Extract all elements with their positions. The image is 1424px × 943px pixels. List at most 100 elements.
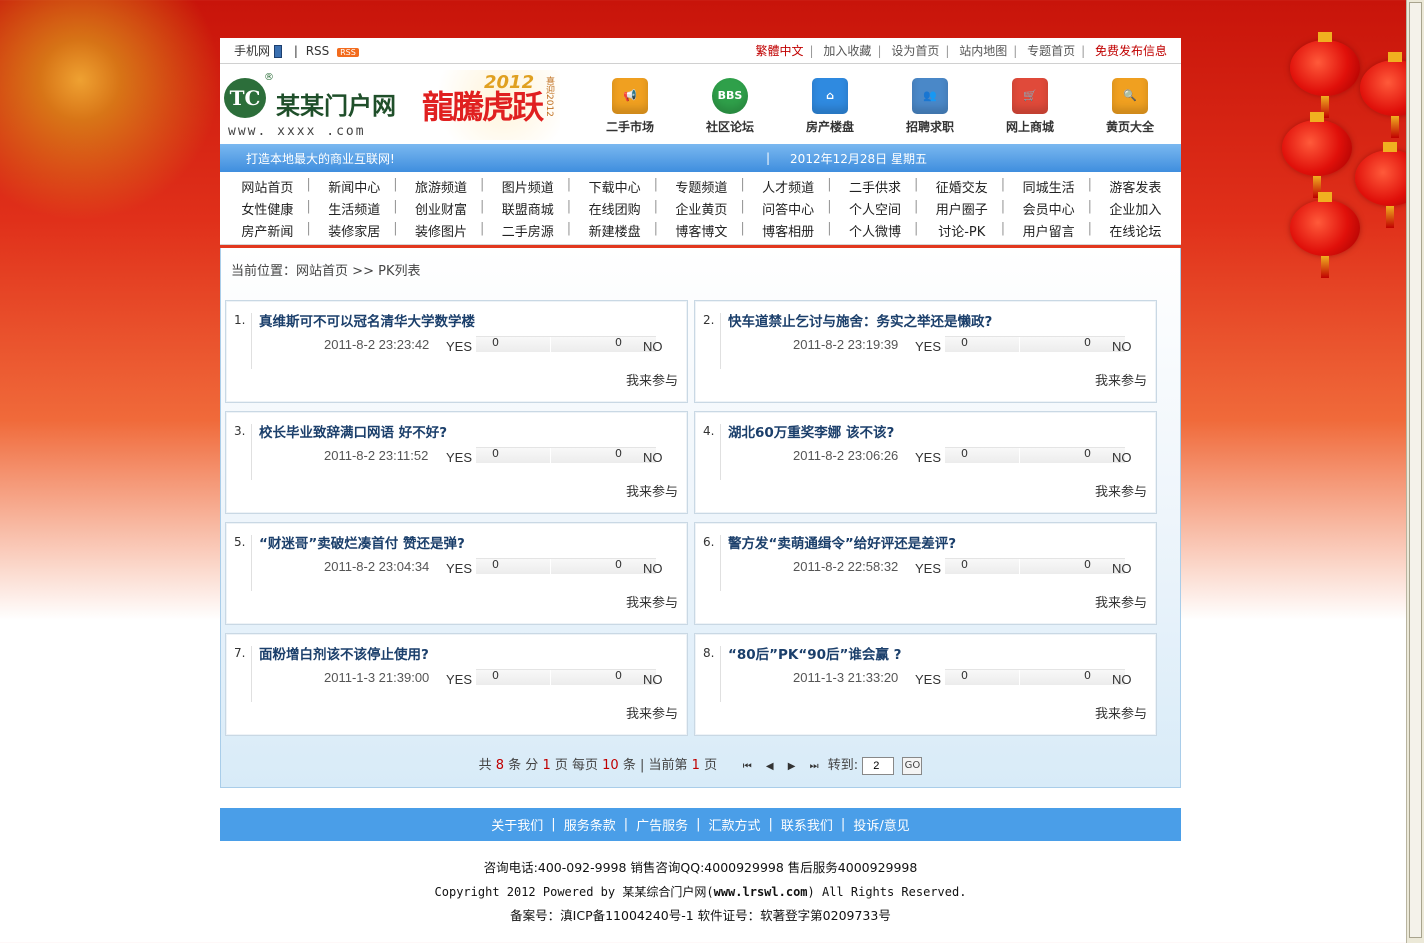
pk-card: 1. 真维斯可不可以冠名清华大学数学楼 2011-8-2 23:23:42 YE…	[225, 300, 688, 403]
pk-date: 2011-8-2 23:11:52	[324, 448, 429, 463]
menu-item[interactable]: 联盟商城	[484, 199, 571, 218]
top-bar-left: 手机网 | RSS RSS	[234, 42, 367, 59]
menu-item[interactable]: 博客相册	[745, 221, 832, 240]
first-page-icon[interactable]: ⏮	[743, 761, 752, 772]
vertical-scrollbar[interactable]	[1406, 0, 1424, 943]
join-button[interactable]: 我来参与	[626, 481, 678, 500]
menu-item[interactable]: 会员中心	[1005, 199, 1092, 218]
next-page-icon[interactable]: ▶	[788, 761, 796, 772]
pk-title-link[interactable]: 快车道禁止乞讨与施舍：务实之举还是懒政?	[728, 310, 992, 330]
join-button[interactable]: 我来参与	[1095, 481, 1147, 500]
set-homepage-link[interactable]: 设为首页	[891, 44, 939, 58]
join-button[interactable]: 我来参与	[626, 370, 678, 389]
menu-item[interactable]: 博客博文	[658, 221, 745, 240]
pk-title-link[interactable]: “财迷哥”卖破烂凑首付 赞还是弹?	[259, 532, 465, 552]
join-button[interactable]: 我来参与	[626, 703, 678, 722]
channel-label: 黄页大全	[1105, 120, 1154, 134]
no-label: NO	[643, 561, 663, 576]
channel-label: 社区论坛	[705, 120, 754, 134]
menu-item[interactable]: 在线团购	[571, 199, 658, 218]
contact-link[interactable]: 联系我们	[781, 815, 833, 834]
sitemap-link[interactable]: 站内地图	[959, 44, 1007, 58]
pk-title-link[interactable]: 面粉增白剂该不该停止使用?	[259, 643, 429, 663]
current-page: 1	[691, 758, 700, 773]
prev-page-icon[interactable]: ◀	[766, 761, 774, 772]
copyright-site-link[interactable]: www.lrswl.com	[714, 885, 808, 899]
free-post-link[interactable]: 免费发布信息	[1095, 44, 1167, 58]
channel-forum[interactable]: BBS 社区论坛	[680, 64, 780, 144]
menu-item[interactable]: 用户圈子	[918, 199, 1005, 218]
pk-title-link[interactable]: “80后”PK“90后”谁会赢 ?	[728, 643, 901, 663]
menu-item[interactable]: 个人微博	[832, 221, 919, 240]
pk-card: 5. “财迷哥”卖破烂凑首付 赞还是弹? 2011-8-2 23:04:34 Y…	[225, 522, 688, 625]
menu-item[interactable]: 人才频道	[745, 177, 832, 196]
last-page-icon[interactable]: ⏭	[810, 761, 819, 772]
menu-item[interactable]: 二手房源	[484, 221, 571, 240]
menu-item[interactable]: 旅游频道	[398, 177, 485, 196]
menu-item[interactable]: 游客发表	[1092, 177, 1179, 196]
menu-item[interactable]: 在线论坛	[1092, 221, 1179, 240]
menu-item[interactable]: 图片频道	[484, 177, 571, 196]
go-button[interactable]: GO	[902, 756, 923, 775]
no-label: NO	[643, 672, 663, 687]
no-count: 0	[615, 669, 622, 682]
yes-label: YES	[915, 561, 942, 576]
copyright: Copyright 2012 Powered by 某某综合门户网(www.lr…	[220, 880, 1181, 904]
join-button[interactable]: 我来参与	[626, 592, 678, 611]
menu-item[interactable]: 个人空间	[832, 199, 919, 218]
ad-service-link[interactable]: 广告服务	[636, 815, 688, 834]
breadcrumb-home-link[interactable]: 网站首页	[296, 264, 348, 279]
separator: |	[1013, 44, 1018, 58]
feedback-link[interactable]: 投诉/意见	[853, 815, 909, 834]
join-button[interactable]: 我来参与	[1095, 703, 1147, 722]
pk-title-link[interactable]: 真维斯可不可以冠名清华大学数学楼	[259, 310, 475, 330]
join-button[interactable]: 我来参与	[1095, 370, 1147, 389]
join-button[interactable]: 我来参与	[1095, 592, 1147, 611]
menu-item[interactable]: 企业加入	[1092, 199, 1179, 218]
menu-item[interactable]: 女性健康	[224, 199, 311, 218]
menu-item[interactable]: 新闻中心	[311, 177, 398, 196]
menu-item[interactable]: 二手供求	[832, 177, 919, 196]
vote-bar	[476, 669, 656, 686]
pk-title-link[interactable]: 警方发“卖萌通缉令”给好评还是差评?	[728, 532, 956, 552]
separator: |	[766, 151, 771, 165]
menu-item[interactable]: 房产新闻	[224, 221, 311, 240]
menu-item[interactable]: 装修家居	[311, 221, 398, 240]
traditional-chinese-link[interactable]: 繁體中文	[756, 44, 804, 58]
menu-item[interactable]: 同城生活	[1005, 177, 1092, 196]
menu-item[interactable]: 专题频道	[658, 177, 745, 196]
pk-title-link[interactable]: 校长毕业致辞满口网语 好不好?	[259, 421, 447, 441]
menu-item[interactable]: 创业财富	[398, 199, 485, 218]
new-year-banner: 龍騰虎跃 2012 喜迎2012	[418, 70, 560, 140]
menu-item[interactable]: 讨论-PK	[918, 221, 1005, 240]
topics-home-link[interactable]: 专题首页	[1027, 44, 1075, 58]
site-logo[interactable]: TC ® 某某门户网 www. xxxx .com	[224, 72, 400, 139]
pk-title-link[interactable]: 湖北60万重奖李娜 该不该?	[728, 421, 894, 441]
menu-item[interactable]: 征婚交友	[918, 177, 1005, 196]
menu-item[interactable]: 网站首页	[224, 177, 311, 196]
yes-label: YES	[915, 672, 942, 687]
channel-yellowpages[interactable]: 🔍 黄页大全	[1080, 64, 1180, 144]
menu-item[interactable]: 问答中心	[745, 199, 832, 218]
channel-jobs[interactable]: 👥 招聘求职	[880, 64, 980, 144]
bookmark-link[interactable]: 加入收藏	[823, 44, 871, 58]
lantern-decoration	[1290, 32, 1360, 118]
goto-page-input[interactable]	[862, 756, 895, 775]
channel-mall[interactable]: 🛒 网上商城	[980, 64, 1080, 144]
menu-item[interactable]: 企业黄页	[658, 199, 745, 218]
menu-item[interactable]: 装修图片	[398, 221, 485, 240]
menu-item[interactable]: 用户留言	[1005, 221, 1092, 240]
channel-realestate[interactable]: ⌂ 房产楼盘	[780, 64, 880, 144]
menu-item[interactable]: 生活频道	[311, 199, 398, 218]
pk-number: 6.	[703, 535, 721, 591]
mobile-link[interactable]: 手机网	[234, 44, 286, 58]
channel-secondhand[interactable]: 📢 二手市场	[580, 64, 680, 144]
scrollbar-thumb[interactable]	[1409, 2, 1422, 938]
menu-item[interactable]: 下载中心	[571, 177, 658, 196]
menu-item[interactable]: 新建楼盘	[571, 221, 658, 240]
rss-link[interactable]: RSS RSS	[306, 44, 363, 58]
payment-link[interactable]: 汇款方式	[709, 815, 761, 834]
about-link[interactable]: 关于我们	[491, 815, 543, 834]
total-records: 8	[495, 758, 505, 773]
terms-link[interactable]: 服务条款	[564, 815, 616, 834]
